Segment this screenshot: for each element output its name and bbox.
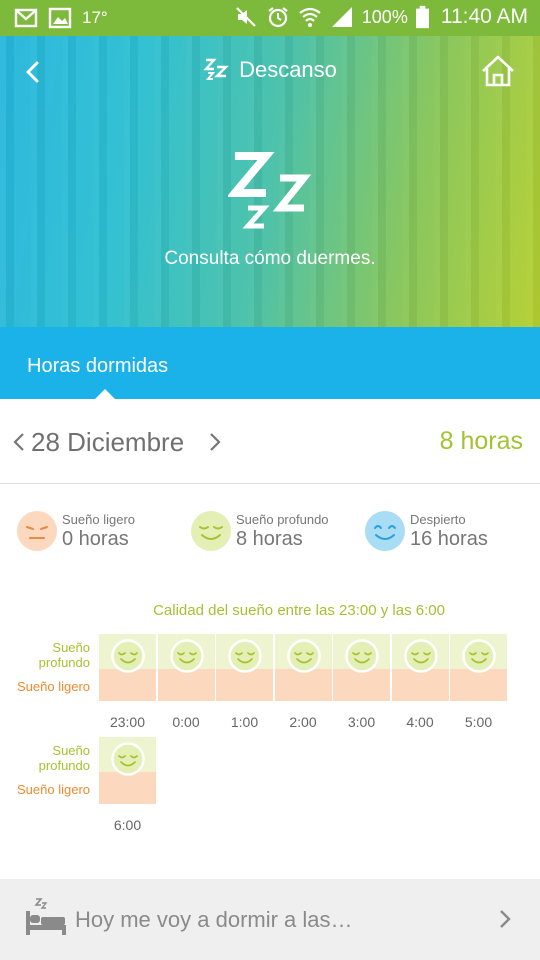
hour-label: 0:00 xyxy=(172,714,200,730)
date-selector: 28 Diciembre 8 horas xyxy=(0,399,540,484)
page-title: Descanso xyxy=(239,57,337,82)
sleep-schedule-bar[interactable]: Hoy me voy a dormir a las… xyxy=(0,879,540,960)
hour-label: 23:00 xyxy=(109,714,146,730)
legend-value: 16 horas xyxy=(410,527,488,550)
battery-icon xyxy=(415,5,429,29)
deep-sleep-face-icon xyxy=(111,742,145,776)
battery-percent: 100% xyxy=(361,6,408,27)
legend-label: Despierto xyxy=(410,511,466,527)
legend-label: Sueño profundo xyxy=(236,511,329,527)
sleep-hour-cell xyxy=(274,634,332,701)
row-label-deep: Sueño profundo xyxy=(38,743,90,773)
previous-day-chevron-icon[interactable] xyxy=(12,431,26,453)
legend-label: Sueño ligero xyxy=(62,511,135,527)
sleep-hero-icon xyxy=(228,152,312,229)
light-sleep-band xyxy=(99,669,156,701)
light-sleep-band xyxy=(274,669,332,701)
sleep-hour-cell xyxy=(450,634,507,701)
light-sleep-band xyxy=(333,669,390,701)
row-label-light: Sueño ligero xyxy=(17,782,90,797)
deep-sleep-face-icon xyxy=(169,639,204,673)
status-bar: 17° 100% 11:40 AM xyxy=(0,0,540,36)
light-sleep-band xyxy=(450,669,507,701)
row-label-light: Sueño ligero xyxy=(17,679,90,694)
gallery-icon xyxy=(48,7,72,29)
current-date: 28 Diciembre xyxy=(31,427,185,457)
deep-sleep-face-icon xyxy=(111,639,145,673)
row-label-deep: Sueño profundo xyxy=(38,640,90,670)
deep-sleep-face-icon xyxy=(228,639,262,673)
legend-awake: Despierto 16 horas xyxy=(364,510,488,552)
hour-label: 1:00 xyxy=(230,714,259,730)
hour-label: 2:00 xyxy=(289,714,317,730)
mute-icon xyxy=(236,7,256,27)
light-sleep-band xyxy=(157,669,215,701)
bedtime-prompt: Hoy me voy a dormir a las… xyxy=(75,907,353,932)
deep-sleep-face-icon xyxy=(462,639,496,673)
wifi-icon xyxy=(299,7,321,27)
legend-value: 0 horas xyxy=(62,527,129,550)
deep-sleep-face-icon xyxy=(191,511,231,551)
alarm-icon xyxy=(268,7,288,28)
header-title-group: Descanso xyxy=(0,56,540,89)
sleep-hour-cell xyxy=(157,634,215,701)
deep-sleep-face-icon xyxy=(286,639,321,673)
light-sleep-band xyxy=(99,772,156,804)
light-sleep-band xyxy=(391,669,449,701)
legend-value: 8 horas xyxy=(236,527,303,550)
header-banner: Descanso Consulta cómo duermes. xyxy=(0,36,540,327)
chevron-right-icon xyxy=(500,910,511,928)
banner-subtitle: Consulta cómo duermes. xyxy=(164,248,376,269)
tab-horas-dormidas[interactable]: Horas dormidas xyxy=(27,355,168,378)
light-sleep-face-icon xyxy=(17,511,57,551)
sleep-hour-cell xyxy=(216,634,273,701)
tab-bar: Horas dormidas xyxy=(0,327,540,400)
clock: 11:40 AM xyxy=(440,5,528,28)
home-icon[interactable] xyxy=(480,54,516,88)
total-hours: 8 horas xyxy=(439,427,523,455)
deep-sleep-face-icon xyxy=(345,639,379,673)
awake-face-icon xyxy=(365,511,405,551)
signal-icon xyxy=(331,7,352,27)
legend-deep-sleep: Sueño profundo 8 horas xyxy=(190,510,329,552)
chart-title: Calidad del sueño entre las 23:00 y las … xyxy=(153,602,445,619)
sleep-zz-icon xyxy=(203,58,229,80)
hour-label: 6:00 xyxy=(113,817,142,833)
temperature-text: 17° xyxy=(82,8,108,27)
deep-sleep-face-icon xyxy=(403,639,438,673)
next-day-chevron-icon[interactable] xyxy=(208,431,222,453)
hour-label: 3:00 xyxy=(347,714,376,730)
hour-label: 5:00 xyxy=(464,714,493,730)
light-sleep-band xyxy=(216,669,273,701)
sleep-hour-cell xyxy=(99,634,156,701)
sleep-hour-cell xyxy=(99,737,156,804)
hour-label: 4:00 xyxy=(406,714,434,730)
sleep-hour-cell xyxy=(391,634,449,701)
sleep-hour-cell xyxy=(333,634,390,701)
legend-light-sleep: Sueño ligero 0 horas xyxy=(16,510,135,552)
gmail-icon xyxy=(14,8,38,28)
bed-icon xyxy=(26,898,66,935)
